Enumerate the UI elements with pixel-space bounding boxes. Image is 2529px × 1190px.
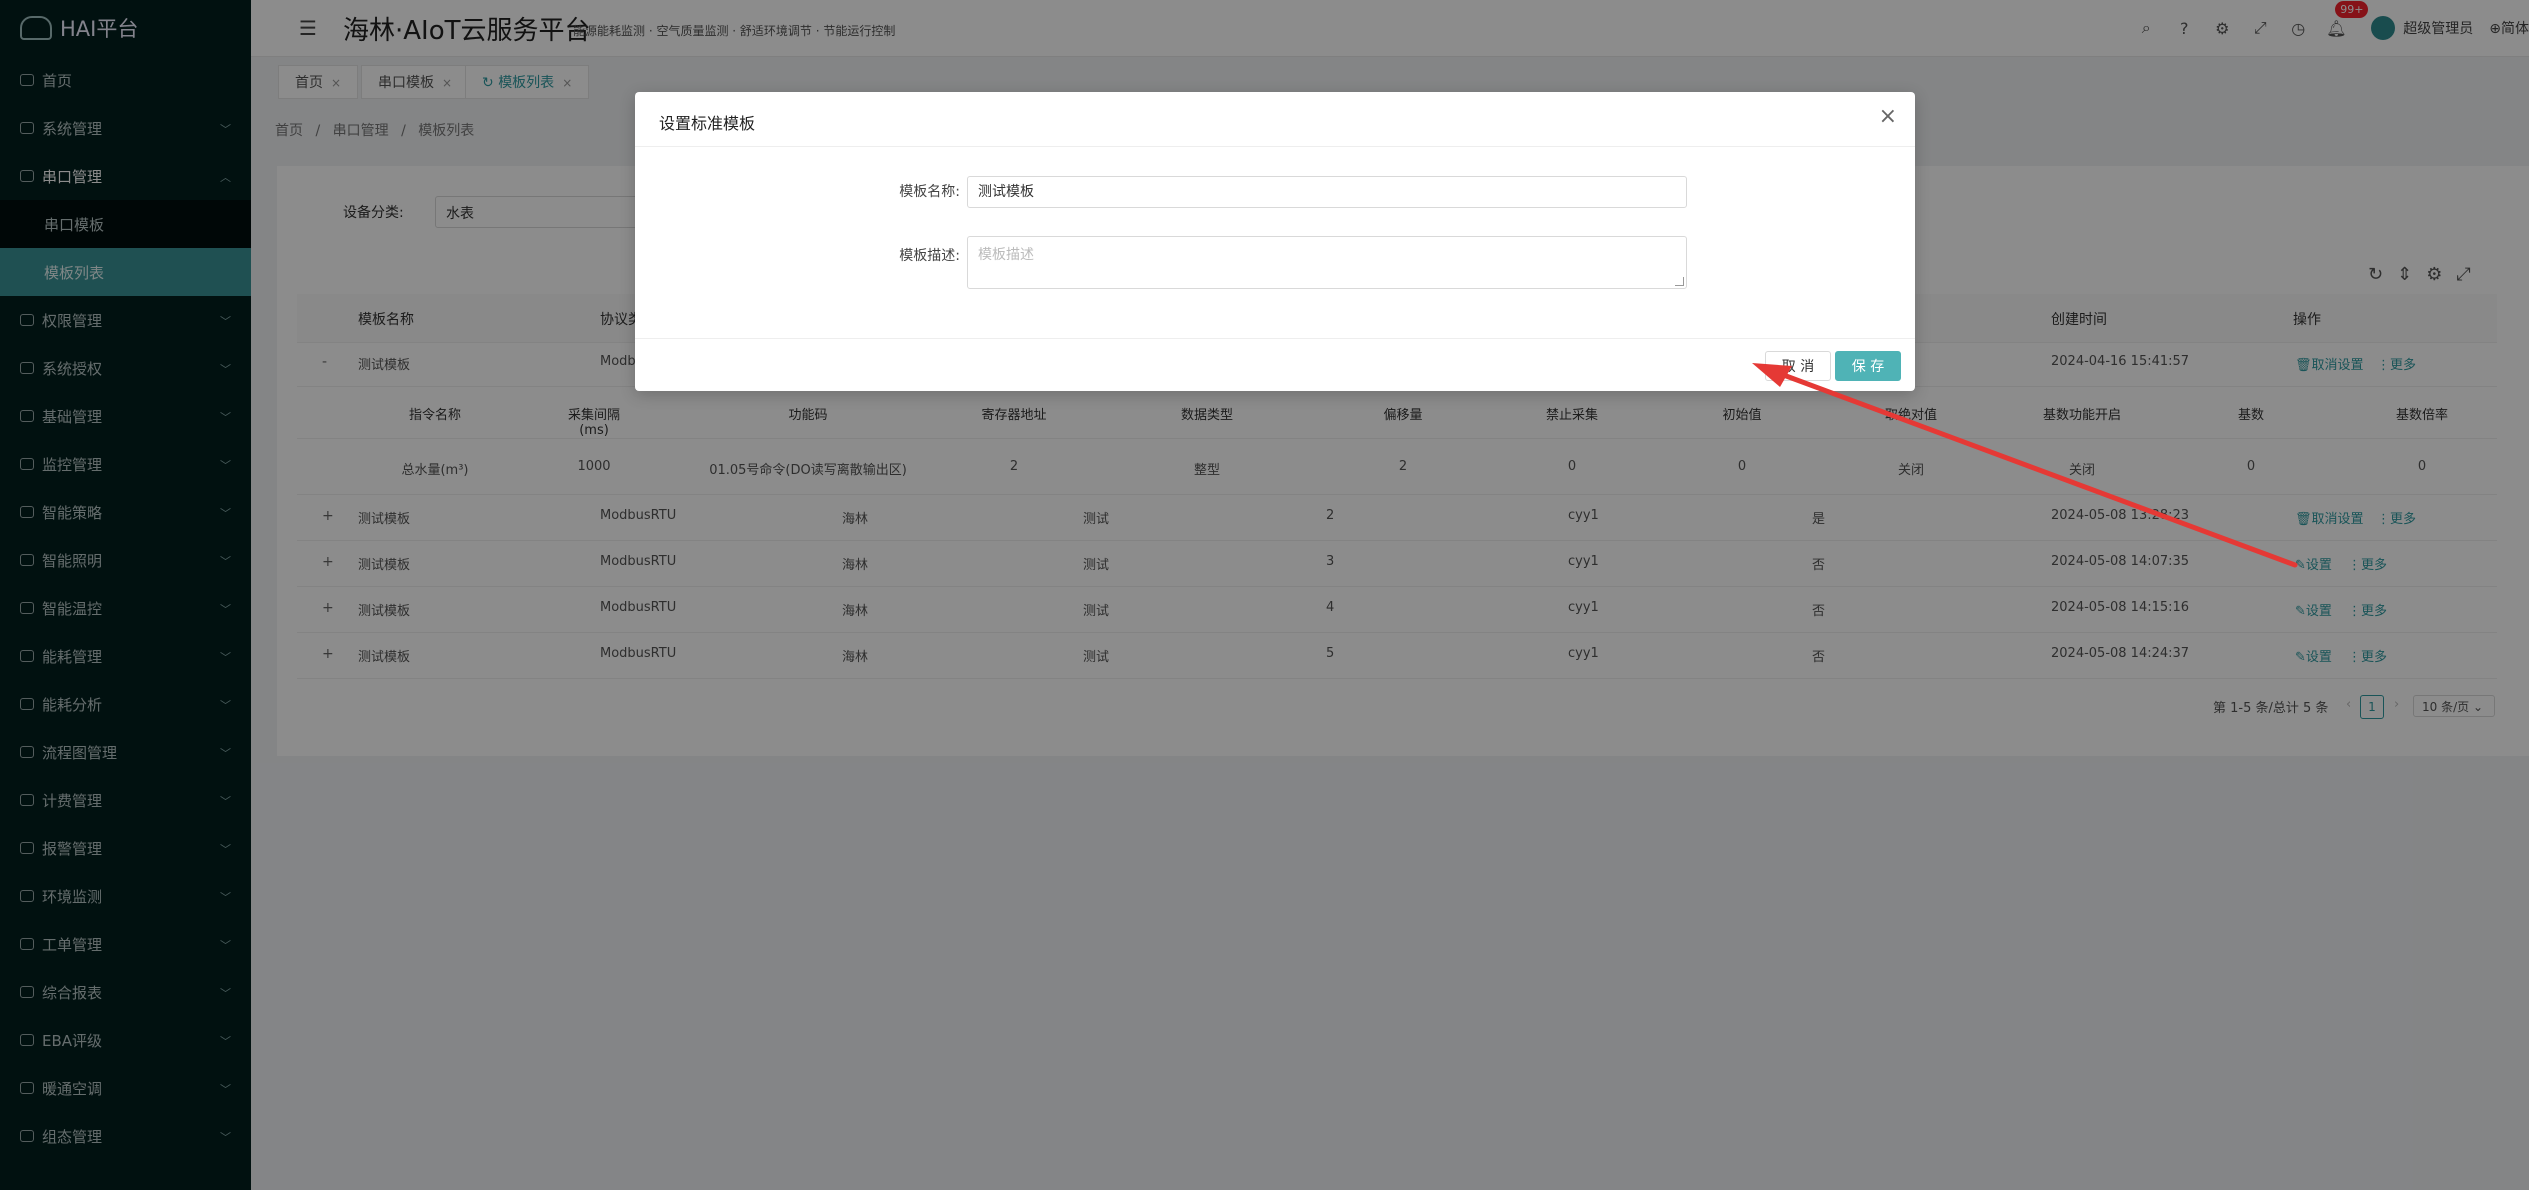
annotation-arrow [1752,363,2298,568]
